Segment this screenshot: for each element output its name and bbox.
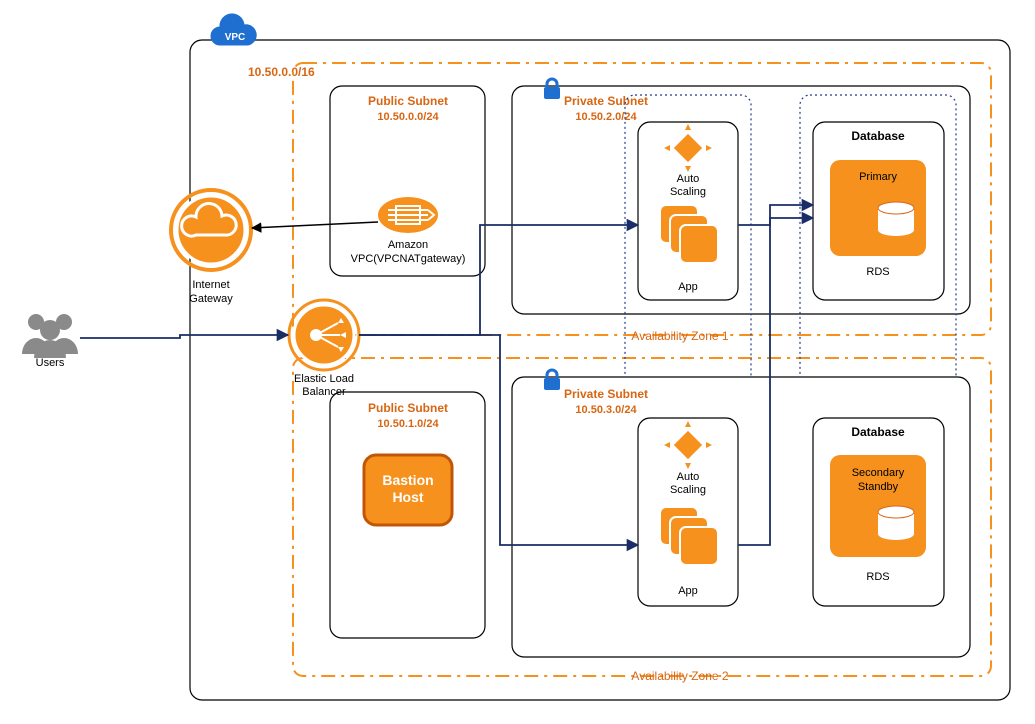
nat-label-2: VPC(VPCNATgateway): [351, 253, 466, 265]
rds-label-2: RDS: [866, 571, 889, 583]
rds-primary-icon: Primary: [830, 160, 926, 256]
igw-label-2: Gateway: [189, 293, 233, 305]
private1-cidr: 10.50.2.0/24: [575, 111, 637, 123]
public2-title: Public Subnet: [368, 401, 448, 415]
secondary-label-1: Secondary: [852, 467, 905, 479]
database-2: Database Secondary Standby RDS: [813, 418, 944, 606]
elb-label-1: Elastic Load: [294, 373, 354, 385]
public-subnet-2: Public Subnet 10.50.1.0/24 Bastion Host: [330, 392, 485, 638]
private2-title: Private Subnet: [564, 387, 648, 401]
nat-gateway-icon: [378, 197, 438, 233]
vpc-badge-text: VPC: [225, 32, 246, 43]
db2-title: Database: [851, 425, 905, 439]
nat-label-1: Amazon: [388, 239, 428, 251]
elb-icon: [289, 300, 359, 370]
users-icon: [22, 314, 78, 358]
primary-label: Primary: [859, 171, 897, 183]
autoscale-label-1: Auto: [677, 173, 700, 185]
rds-secondary-icon: Secondary Standby: [830, 455, 926, 557]
db1-title: Database: [851, 129, 905, 143]
az1-label: Availability Zone 1: [631, 329, 728, 343]
database-1: Database Primary RDS: [813, 122, 944, 300]
rds-label-1: RDS: [866, 266, 889, 278]
app-label-2: App: [678, 585, 698, 597]
aws-architecture-diagram: VPC 10.50.0.0/16 Availability Zone 1 Ava…: [0, 0, 1035, 724]
internet-gateway-icon: [171, 190, 251, 270]
vpc-badge-icon: VPC: [211, 14, 256, 45]
users-label: Users: [36, 357, 65, 369]
public2-cidr: 10.50.1.0/24: [377, 418, 439, 430]
autoscale2-label-2: Scaling: [670, 484, 706, 496]
bastion-label-2: Host: [392, 489, 423, 505]
autoscale-label-2: Scaling: [670, 186, 706, 198]
public1-cidr: 10.50.0.0/24: [377, 111, 439, 123]
secondary-label-2: Standby: [858, 481, 899, 493]
vpc-cidr-label: 10.50.0.0/16: [248, 65, 315, 79]
igw-label-1: Internet: [192, 279, 229, 291]
private2-cidr: 10.50.3.0/24: [575, 404, 637, 416]
public1-title: Public Subnet: [368, 94, 448, 108]
private1-title: Private Subnet: [564, 94, 648, 108]
autoscale2-label-1: Auto: [677, 471, 700, 483]
az2-label: Availability Zone 2: [631, 669, 728, 683]
bastion-label-1: Bastion: [382, 472, 433, 488]
autoscaling-app-2: Auto Scaling App: [638, 418, 738, 606]
elb-label-2: Balancer: [302, 386, 346, 398]
public-subnet-1: Public Subnet 10.50.0.0/24 Amazon VPC(VP…: [330, 86, 485, 276]
app-label-1: App: [678, 281, 698, 293]
autoscaling-app-1: Auto Scaling App: [638, 122, 738, 300]
